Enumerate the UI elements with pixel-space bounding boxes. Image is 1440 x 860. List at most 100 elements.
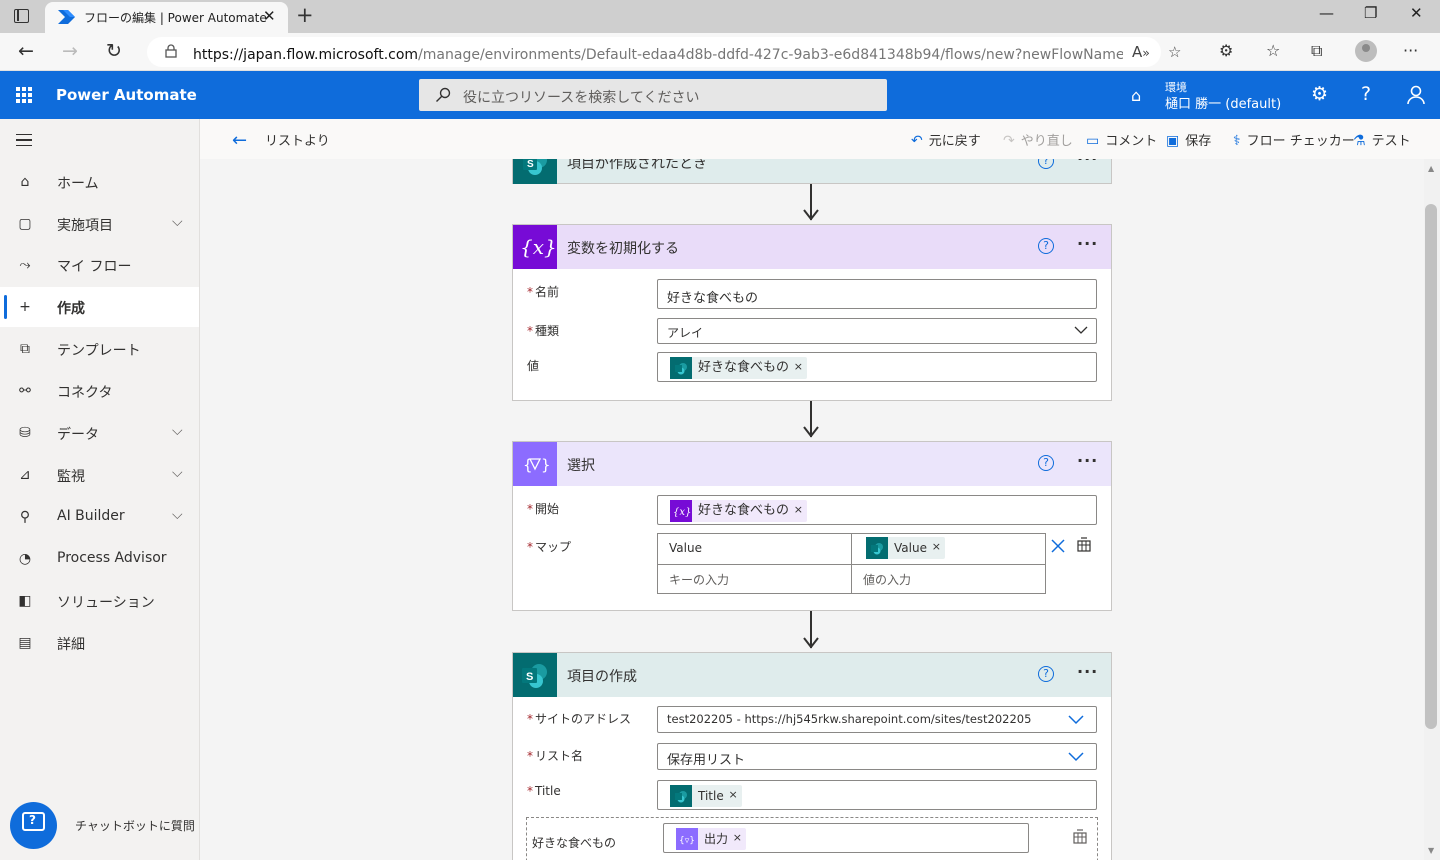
variable-name-field[interactable]: 好きな食べもの [657, 279, 1097, 309]
switch-to-array-mode-icon[interactable] [1072, 829, 1088, 845]
collections-icon[interactable]: ⧉ [1311, 41, 1322, 61]
hamburger-menu-icon[interactable] [16, 134, 32, 146]
app-header: Power Automate 役に立つリソースを検索してください ⌂ 環境 樋口… [0, 71, 1440, 119]
dynamic-content-token[interactable]: {▿} 出力 × [676, 828, 747, 850]
restore-icon[interactable]: ❐ [1364, 4, 1377, 22]
browser-tab[interactable]: フローの編集 | Power Automate ✕ [45, 2, 288, 33]
window-close-icon[interactable]: ✕ [1410, 4, 1423, 22]
new-tab-icon[interactable]: + [296, 3, 314, 27]
help-icon[interactable]: ? [1038, 238, 1054, 254]
save-button[interactable]: ▣ 保存 [1166, 130, 1211, 149]
browser-menu-icon[interactable]: ··· [1403, 41, 1418, 60]
app-launcher-icon[interactable] [16, 87, 32, 103]
nav-item-template[interactable]: ⧉ テンプレート [0, 329, 199, 369]
nav-item-book[interactable]: ▤ 詳細 [0, 623, 199, 663]
site-address-dropdown[interactable]: test202205 - https://hj545rkw.sharepoint… [657, 706, 1097, 733]
remove-token-icon[interactable]: × [733, 831, 742, 844]
card-header[interactable]: S 項目の作成 ? ··· [513, 653, 1111, 697]
chevron-down-icon[interactable]: ⌵ [172, 507, 183, 523]
chevron-down-icon[interactable]: ⌵ [172, 465, 183, 481]
back-icon[interactable]: ← [18, 40, 34, 62]
tab-actions-icon[interactable] [14, 9, 29, 23]
variable-value-field[interactable]: 好きな食べもの × [657, 352, 1097, 382]
nav-item-process-advisor[interactable]: ◔ Process Advisor [0, 539, 199, 579]
address-bar[interactable]: https://japan.flow.microsoft.com/manage/… [147, 37, 1181, 67]
remove-token-icon[interactable]: × [932, 540, 941, 553]
nav-item-connector[interactable]: ⚯ コネクタ [0, 371, 199, 411]
more-options-icon[interactable]: ··· [1077, 234, 1098, 253]
reload-icon[interactable]: ↻ [106, 40, 122, 62]
tab-close-icon[interactable]: ✕ [263, 7, 276, 25]
card-header[interactable]: {} 選択 ? ··· [513, 442, 1111, 486]
list-name-value: 保存用リスト [667, 753, 746, 768]
map-key-cell[interactable]: Value [669, 541, 702, 555]
variable-name-value: 好きな食べもの [667, 291, 759, 306]
forward-icon[interactable]: → [62, 40, 78, 62]
dynamic-content-token[interactable]: {x} 好きな食べもの × [670, 500, 808, 522]
nav-item-plus[interactable]: + 作成 [0, 287, 199, 327]
extensions-icon[interactable]: ⚙ [1219, 41, 1233, 60]
more-options-icon[interactable]: ··· [1077, 662, 1098, 681]
help-icon[interactable]: ? [1361, 83, 1371, 105]
nav-item-home[interactable]: ⌂ ホーム [0, 162, 199, 202]
switch-to-text-mode-icon[interactable] [1076, 537, 1092, 553]
search-box[interactable]: 役に立つリソースを検索してください [419, 79, 887, 111]
flow-checker-button[interactable]: ⚕ フロー チェッカー [1233, 130, 1355, 149]
title-field[interactable]: Title × [657, 780, 1097, 810]
more-options-icon[interactable]: ··· [1077, 159, 1098, 168]
app-name[interactable]: Power Automate [56, 86, 197, 104]
undo-button[interactable]: ↶ 元に戻す [911, 130, 981, 149]
comment-button[interactable]: ▭ コメント [1086, 130, 1157, 149]
chatbot-label[interactable]: チャットボットに質問 [75, 817, 195, 834]
remove-token-icon[interactable]: × [794, 503, 803, 516]
help-icon[interactable]: ? [1038, 666, 1054, 682]
nav-item-solution[interactable]: ◧ ソリューション [0, 581, 199, 621]
settings-gear-icon[interactable]: ⚙ [1311, 83, 1328, 105]
remove-token-icon[interactable]: × [794, 360, 803, 373]
card-header[interactable]: {x} 変数を初期化する ? ··· [513, 225, 1111, 269]
list-name-dropdown[interactable]: 保存用リスト [657, 743, 1097, 770]
chevron-down-icon[interactable]: ⌵ [172, 214, 183, 230]
dynamic-content-token[interactable]: Title × [670, 785, 742, 807]
favorites-icon[interactable]: ☆ [1266, 41, 1280, 60]
search-icon [436, 87, 451, 102]
chatbot-button[interactable] [10, 802, 57, 849]
nav-item-clipboard[interactable]: ▢ 実施項目 ⌵ [0, 204, 199, 244]
test-button[interactable]: ⚗ テスト [1353, 130, 1411, 149]
key-input-placeholder[interactable]: キーの入力 [669, 571, 729, 588]
redo-button[interactable]: ↷ やり直し [1003, 130, 1073, 149]
remove-token-icon[interactable]: × [729, 788, 738, 801]
dynamic-content-token[interactable]: 好きな食べもの × [670, 357, 808, 379]
environment-icon[interactable]: ⌂ [1131, 86, 1141, 105]
minimize-icon[interactable]: — [1319, 4, 1334, 22]
nav-item-monitor[interactable]: ⊿ 監視 ⌵ [0, 455, 199, 495]
help-icon[interactable]: ? [1038, 159, 1054, 169]
account-icon[interactable] [1406, 85, 1426, 105]
nav-item-label: Process Advisor [57, 550, 167, 566]
help-icon[interactable]: ? [1038, 455, 1054, 471]
food-field[interactable]: {▿} 出力 × [663, 823, 1029, 853]
map-value-token[interactable]: Value × [866, 537, 945, 559]
scrollbar-thumb[interactable] [1425, 204, 1437, 729]
trigger-card[interactable]: S 項目が作成されたとき ? ··· [512, 159, 1112, 184]
add-favorite-icon[interactable]: ☆ [1168, 43, 1181, 61]
profile-avatar[interactable] [1355, 40, 1377, 62]
nav-item-ai-builder[interactable]: ⚲ AI Builder ⌵ [0, 497, 199, 537]
monitor-icon: ⊿ [19, 467, 31, 483]
flow-name[interactable]: リストより [265, 130, 330, 149]
read-aloud-icon[interactable]: A» [1132, 43, 1150, 61]
clear-icon[interactable] [1051, 539, 1065, 553]
select-from-field[interactable]: {x} 好きな食べもの × [657, 495, 1097, 525]
nav-item-database[interactable]: ⛁ データ ⌵ [0, 413, 199, 453]
back-button[interactable]: ← [232, 130, 253, 151]
database-icon: ⛁ [19, 425, 31, 441]
scroll-down-icon[interactable]: ▼ [1428, 846, 1434, 855]
variable-type-dropdown[interactable]: アレイ [657, 318, 1097, 344]
value-input-placeholder[interactable]: 値の入力 [863, 571, 911, 588]
environment-name[interactable]: 樋口 勝一 (default) [1165, 93, 1281, 112]
nav-item-flow[interactable]: ⤳ マイ フロー [0, 245, 199, 285]
title-label: * Title [527, 784, 561, 798]
chevron-down-icon[interactable]: ⌵ [172, 423, 183, 439]
more-options-icon[interactable]: ··· [1077, 451, 1098, 470]
scroll-up-icon[interactable]: ▲ [1428, 164, 1434, 173]
